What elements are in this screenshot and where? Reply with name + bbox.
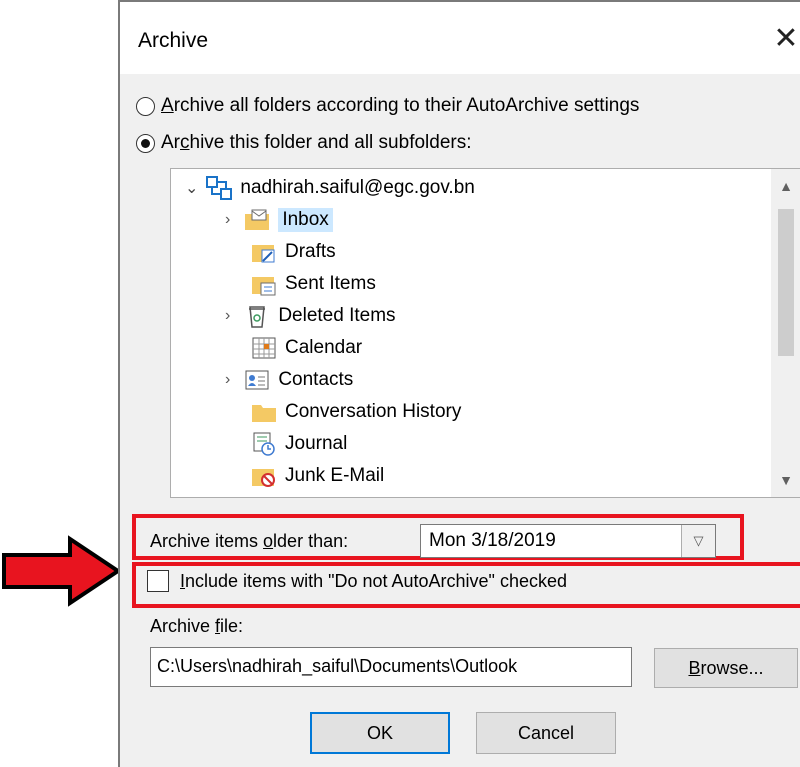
archive-file-label-text: ile:	[220, 616, 244, 636]
chevron-right-icon[interactable]: ›	[225, 211, 230, 229]
accesskey-o: o	[263, 531, 274, 551]
scroll-down-icon[interactable]: ▼	[771, 467, 800, 493]
tree-item-contacts[interactable]: › Contacts	[225, 365, 353, 395]
recycle-bin-icon	[249, 306, 266, 328]
chevron-right-icon[interactable]: ›	[225, 307, 230, 325]
archive-this-radio[interactable]	[136, 133, 155, 153]
tree-item-junk-email[interactable]: Junk E-Mail	[251, 461, 384, 491]
archive-file-prefix: Archive	[150, 616, 216, 636]
exchange-account-icon	[206, 176, 233, 200]
older-than-label-text: lder than:	[273, 531, 349, 551]
include-do-not-autoarchive-label[interactable]: Include items with "Do not AutoArchive" …	[180, 571, 567, 592]
contacts-label: Contacts	[278, 369, 354, 390]
sent-items-label: Sent Items	[285, 273, 376, 294]
include-do-not-autoarchive-checkbox[interactable]	[147, 570, 169, 592]
drafts-label: Drafts	[285, 241, 336, 262]
dialog-title: Archive	[138, 29, 209, 52]
close-icon: ✕	[773, 21, 799, 55]
tree-item-deleted-items[interactable]: › Deleted Items	[225, 301, 396, 331]
archive-file-path-input[interactable]: C:\Users\nadhirah_saiful\Documents\Outlo…	[150, 647, 632, 687]
drafts-folder-icon	[252, 245, 275, 263]
accesskey-c: c	[180, 132, 190, 153]
archive-all-radio[interactable]	[136, 96, 155, 116]
inbox-label: Inbox	[278, 208, 333, 232]
account-label: nadhirah.saiful@egc.gov.bn	[240, 177, 475, 198]
include-label-text: nclude items with "Do not AutoArchive" c…	[185, 571, 567, 591]
browse-label: rowse...	[700, 657, 764, 678]
accesskey-a: A	[161, 95, 174, 116]
sent-items-folder-icon	[252, 277, 276, 296]
archive-file-label: Archive file:	[150, 616, 243, 637]
junk-mail-folder-icon	[252, 469, 275, 487]
older-than-prefix: Archive items	[150, 531, 264, 551]
archive-all-label: Archive all folders according to their A…	[161, 95, 639, 117]
archive-all-label-text: rchive all folders according to their Au…	[173, 95, 640, 116]
tree-scrollbar[interactable]: ▲ ▼	[771, 169, 800, 497]
tree-item-conversation-history[interactable]: Conversation History	[251, 397, 461, 427]
contacts-card-icon	[245, 370, 269, 390]
cancel-button[interactable]: Cancel	[476, 712, 616, 754]
archive-all-option[interactable]: Archive all folders according to their A…	[136, 95, 639, 117]
inbox-folder-icon	[245, 209, 270, 230]
older-than-label: Archive items older than:	[150, 531, 348, 552]
close-button[interactable]: ✕	[766, 20, 800, 56]
junk-email-label: Junk E-Mail	[285, 465, 385, 486]
tree-item-sent-items[interactable]: Sent Items	[251, 269, 376, 299]
red-arrow-icon	[2, 535, 122, 607]
journal-icon	[253, 432, 275, 456]
folder-icon	[252, 405, 276, 422]
accesskey-b: B	[688, 657, 701, 678]
browse-button[interactable]: Browse...	[654, 648, 798, 688]
archive-this-option[interactable]: Archive this folder and all subfolders:	[136, 132, 472, 154]
calendar-icon	[252, 337, 276, 359]
archive-this-label-text: hive this folder and all subfolders:	[189, 132, 472, 153]
older-than-date-value[interactable]: Mon 3/18/2019	[421, 530, 681, 552]
tree-account-row[interactable]: ⌄ nadhirah.saiful@egc.gov.bn	[185, 173, 475, 203]
scroll-up-icon[interactable]: ▲	[771, 173, 800, 199]
title-bar: Archive ✕	[120, 2, 800, 74]
chevron-right-icon[interactable]: ›	[225, 371, 230, 389]
journal-label: Journal	[285, 433, 348, 454]
ok-button[interactable]: OK	[310, 712, 450, 754]
screenshot-root: Archive ✕ Archive all folders according …	[0, 0, 800, 767]
archive-this-prefix: Ar	[161, 132, 180, 153]
folder-tree[interactable]: ⌄ nadhirah.saiful@egc.gov.bn › Inbox Dra…	[170, 168, 800, 498]
archive-dialog: Archive ✕ Archive all folders according …	[118, 0, 800, 767]
tree-item-calendar[interactable]: Calendar	[251, 333, 362, 363]
tree-item-inbox[interactable]: › Inbox	[225, 205, 333, 235]
tree-item-drafts[interactable]: Drafts	[251, 237, 336, 267]
deleted-items-label: Deleted Items	[278, 305, 396, 326]
older-than-date-dropdown[interactable]: Mon 3/18/2019 ▽	[420, 524, 716, 558]
scrollbar-thumb[interactable]	[778, 209, 794, 356]
calendar-label: Calendar	[285, 337, 363, 358]
chevron-down-icon[interactable]: ▽	[681, 525, 715, 557]
chevron-down-icon[interactable]: ⌄	[185, 178, 198, 198]
archive-this-label: Archive this folder and all subfolders:	[161, 132, 472, 154]
tree-item-journal[interactable]: Journal	[251, 429, 347, 459]
conversation-history-label: Conversation History	[285, 401, 462, 422]
